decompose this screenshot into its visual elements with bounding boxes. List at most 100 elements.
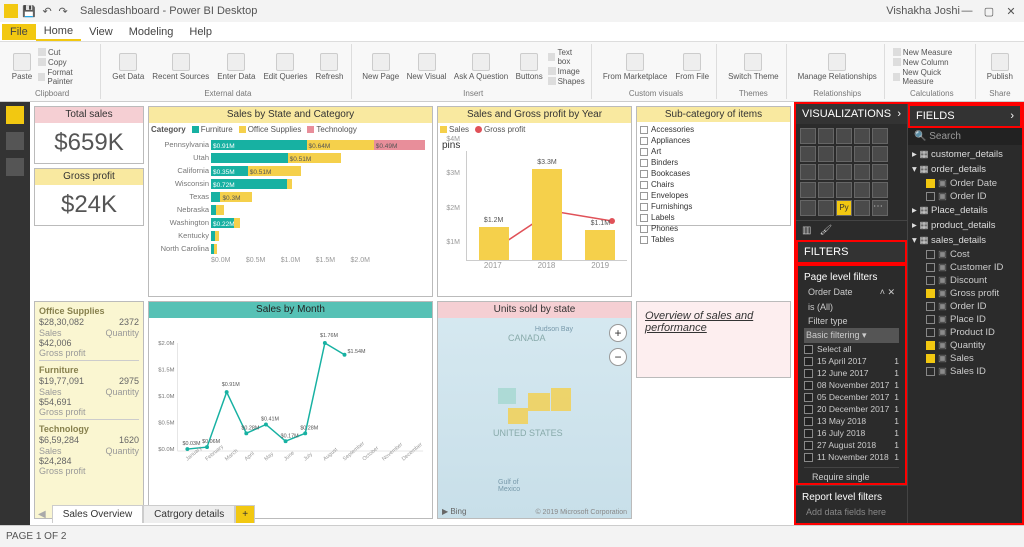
table-order_details[interactable]: ▾ ▦ order_details <box>912 162 1018 177</box>
filter-date-item[interactable]: 15 April 20171 <box>804 355 899 367</box>
subcat-item[interactable]: Tables <box>640 234 787 245</box>
minimize-icon[interactable]: — <box>960 5 974 18</box>
field-Customer ID[interactable]: ▣ Customer ID <box>912 261 1018 274</box>
subcat-item[interactable]: Bookcases <box>640 168 787 179</box>
subcategory-card[interactable]: Sub-category of items AccessoriesApplian… <box>636 106 791 226</box>
field-Gross profit[interactable]: ▣ Gross profit <box>912 287 1018 300</box>
table-customer_details[interactable]: ▸ ▦ customer_details <box>912 147 1018 162</box>
map-visual[interactable]: CANADA UNITED STATES Gulf of Mexico Huds… <box>438 318 631 518</box>
model-view-icon[interactable] <box>6 158 24 176</box>
state-chart-card[interactable]: Sales by State and Category Category Fur… <box>148 106 433 297</box>
visualizations-header[interactable]: VISUALIZATIONS› <box>796 104 907 124</box>
tab-view[interactable]: View <box>81 24 121 40</box>
month-chart-card[interactable]: Sales by Month $0.0M$0.5M$1.0M$1.5M$2.0M… <box>148 301 433 519</box>
total-sales-card[interactable]: Total sales $659K <box>34 106 144 164</box>
field-Place ID[interactable]: ▣ Place ID <box>912 313 1018 326</box>
gross-profit-card[interactable]: Gross profit $24K <box>34 168 144 226</box>
format-painter-button[interactable]: Format Painter <box>38 68 96 86</box>
tab-nav-left-icon[interactable]: ◀ <box>32 509 52 520</box>
switch-theme-button[interactable]: Switch Theme <box>725 52 782 82</box>
format-well-icon[interactable]: 🖌 <box>819 225 832 236</box>
filter-date-item[interactable]: 13 May 20181 <box>804 415 899 427</box>
fields-search[interactable]: 🔍 Search <box>908 128 1022 145</box>
year-chart-card[interactable]: Sales and Gross profit by Year Sales Gro… <box>437 106 632 297</box>
field-Sales[interactable]: ▣ Sales <box>912 352 1018 365</box>
tab-home[interactable]: Home <box>36 23 81 41</box>
field-Order Date[interactable]: ▣ Order Date <box>912 177 1018 190</box>
cut-button[interactable]: Cut <box>38 48 96 57</box>
close-icon[interactable]: ✕ <box>1004 5 1018 18</box>
textbox-button[interactable]: Text box <box>548 48 587 66</box>
from-marketplace-button[interactable]: From Marketplace <box>600 52 670 82</box>
filter-date-item[interactable]: 27 August 20181 <box>804 439 899 451</box>
refresh-button[interactable]: Refresh <box>312 52 346 82</box>
maximize-icon[interactable]: ▢ <box>982 5 996 18</box>
subcat-item[interactable]: Chairs <box>640 179 787 190</box>
field-Order ID[interactable]: ▣ Order ID <box>912 300 1018 313</box>
copy-button[interactable]: Copy <box>38 58 96 67</box>
table-Place_details[interactable]: ▸ ▦ Place_details <box>912 203 1018 218</box>
field-Cost[interactable]: ▣ Cost <box>912 248 1018 261</box>
field-Discount[interactable]: ▣ Discount <box>912 274 1018 287</box>
new-quick-measure-button[interactable]: New Quick Measure <box>893 68 971 86</box>
paste-button[interactable]: Paste <box>8 52 36 82</box>
shapes-button[interactable]: Shapes <box>548 77 587 86</box>
tab-modeling[interactable]: Modeling <box>121 24 182 40</box>
subcat-item[interactable]: Furnishings <box>640 201 787 212</box>
subcat-item[interactable]: Binders <box>640 157 787 168</box>
undo-icon[interactable]: ↶ <box>40 4 53 20</box>
zoom-out-icon[interactable]: − <box>609 348 627 366</box>
subcat-item[interactable]: Art <box>640 146 787 157</box>
filters-header[interactable]: FILTERS <box>796 240 907 264</box>
new-measure-button[interactable]: New Measure <box>893 48 971 57</box>
filter-date-item[interactable]: 05 December 20171 <box>804 391 899 403</box>
filter-type-select[interactable]: Basic filtering ▾ <box>804 328 899 343</box>
field-Product ID[interactable]: ▣ Product ID <box>912 326 1018 339</box>
report-view-icon[interactable] <box>6 106 24 124</box>
new-page-button[interactable]: New Page <box>360 52 402 82</box>
edit-queries-button[interactable]: Edit Queries <box>260 52 310 82</box>
new-visual-button[interactable]: New Visual <box>404 52 449 82</box>
map-card[interactable]: Units sold by state CANADA UNITED STATES… <box>437 301 632 519</box>
filter-date-item[interactable]: 11 November 20181 <box>804 451 899 463</box>
ask-question-button[interactable]: Ask A Question <box>451 52 511 82</box>
save-icon[interactable]: 💾 <box>20 4 38 20</box>
field-Order ID[interactable]: ▣ Order ID <box>912 190 1018 203</box>
fields-header[interactable]: FIELDS› <box>908 104 1022 128</box>
from-file-button[interactable]: From File <box>672 52 712 82</box>
table-product_details[interactable]: ▸ ▦ product_details <box>912 218 1018 233</box>
data-view-icon[interactable] <box>6 132 24 150</box>
filter-date-item[interactable]: 20 December 20171 <box>804 403 899 415</box>
tab-help[interactable]: Help <box>181 24 220 40</box>
subcat-item[interactable]: Labels <box>640 212 787 223</box>
visualization-gallery[interactable]: Py ⋯ <box>796 124 907 220</box>
page-tab-category-details[interactable]: Catrgory details <box>143 505 235 523</box>
zoom-in-icon[interactable]: + <box>609 324 627 342</box>
buttons-button[interactable]: Buttons <box>513 52 546 82</box>
subcat-item[interactable]: Accessories <box>640 124 787 135</box>
page-tab-sales-overview[interactable]: Sales Overview <box>52 505 143 523</box>
new-column-button[interactable]: New Column <box>893 58 971 67</box>
tab-file[interactable]: File <box>2 24 36 40</box>
recent-sources-button[interactable]: Recent Sources <box>149 52 212 82</box>
publish-button[interactable]: Publish <box>984 52 1016 82</box>
fields-well-icon[interactable]: ▥ <box>802 225 811 236</box>
category-kpi-list[interactable]: Office Supplies $28,30,0822372 SalesQuan… <box>34 301 144 519</box>
enter-data-button[interactable]: Enter Data <box>214 52 258 82</box>
chevron-right-icon: › <box>1010 110 1014 122</box>
get-data-button[interactable]: Get Data <box>109 52 147 82</box>
add-page-button[interactable]: + <box>235 505 255 523</box>
subcat-item[interactable]: Appliances <box>640 135 787 146</box>
filter-date-item[interactable]: 08 November 20171 <box>804 379 899 391</box>
subcat-item[interactable]: Envelopes <box>640 190 787 201</box>
redo-icon[interactable]: ↷ <box>56 4 69 20</box>
filter-date-item[interactable]: 16 July 20181 <box>804 427 899 439</box>
field-Quantity[interactable]: ▣ Quantity <box>912 339 1018 352</box>
subcat-item[interactable]: Phones <box>640 223 787 234</box>
field-Sales ID[interactable]: ▣ Sales ID <box>912 365 1018 378</box>
overview-card[interactable]: Overview of sales and performance <box>636 301 791 378</box>
filter-date-item[interactable]: 12 June 20171 <box>804 367 899 379</box>
manage-relationships-button[interactable]: Manage Relationships <box>795 52 880 82</box>
table-sales_details[interactable]: ▾ ▦ sales_details <box>912 233 1018 248</box>
image-button[interactable]: Image <box>548 67 587 76</box>
